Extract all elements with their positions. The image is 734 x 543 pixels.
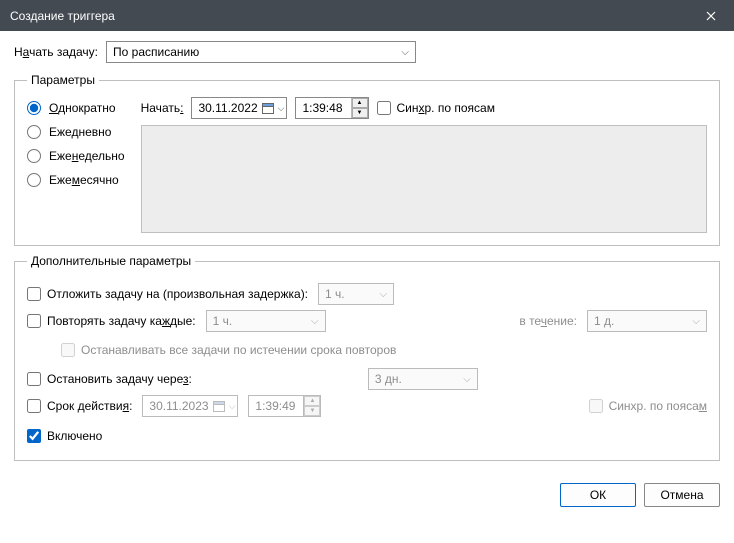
stop-after-combo: 3 дн. ⌵ (368, 368, 478, 390)
delay-value: 1 ч. (325, 287, 345, 301)
radio-monthly-label: Ежемесячно (49, 173, 119, 187)
radio-weekly[interactable]: Еженедельно (27, 149, 125, 163)
stop-after-input[interactable] (27, 372, 41, 386)
spinner-down-button: ▼ (304, 406, 320, 416)
delay-combo: 1 ч. ⌵ (318, 283, 394, 305)
expire-sync-checkbox: Синхр. по поясам (589, 399, 707, 413)
parameters-legend: Параметры (27, 73, 99, 87)
parameters-group: Параметры Однократно Ежедневно Еженедель… (14, 73, 720, 246)
ok-button[interactable]: ОК (560, 483, 636, 507)
repeat-interval-value: 1 ч. (213, 314, 233, 328)
sync-timezone-checkbox[interactable]: Синхр. по поясам (377, 101, 495, 115)
cancel-button[interactable]: Отмена (644, 483, 720, 507)
delay-checkbox[interactable]: Отложить задачу на (произвольная задержк… (27, 287, 308, 301)
repeat-checkbox[interactable]: Повторять задачу каждые: (27, 314, 196, 328)
stop-after-label: Остановить задачу через: (47, 372, 192, 386)
radio-once-label: Однократно (49, 101, 116, 115)
radio-daily-label: Ежедневно (49, 125, 111, 139)
start-date-field[interactable]: 30.11.2022 ⌵ (191, 97, 287, 119)
delay-label: Отложить задачу на (произвольная задержк… (47, 287, 308, 301)
window-title: Создание триггера (10, 9, 688, 23)
stop-all-label: Останавливать все задачи по истечении ср… (81, 343, 396, 357)
chevron-down-icon: ⌵ (463, 374, 471, 385)
chevron-down-icon: ⌵ (278, 103, 285, 114)
start-time-field[interactable]: 1:39:48 ▲ ▼ (295, 97, 368, 119)
start-time-value: 1:39:48 (296, 101, 350, 115)
spinner-up-button: ▲ (304, 396, 320, 406)
time-spinner: ▲ ▼ (351, 98, 368, 118)
radio-monthly-input[interactable] (27, 173, 41, 187)
schedule-radio-group: Однократно Ежедневно Еженедельно Ежемеся… (27, 97, 125, 187)
expire-sync-input (589, 399, 603, 413)
advanced-legend: Дополнительные параметры (27, 254, 195, 268)
expire-sync-label: Синхр. по поясам (609, 399, 707, 413)
expire-checkbox[interactable]: Срок действия: (27, 399, 132, 413)
begin-task-value: По расписанию (113, 45, 199, 59)
enabled-checkbox[interactable]: Включено (27, 429, 102, 443)
close-button[interactable] (688, 0, 734, 31)
dialog-footer: ОК Отмена (0, 473, 734, 517)
repeat-interval-combo: 1 ч. ⌵ (206, 310, 326, 332)
radio-daily[interactable]: Ежедневно (27, 125, 125, 139)
schedule-details-pane (141, 125, 707, 233)
spinner-down-button[interactable]: ▼ (352, 108, 368, 118)
repeat-for-label: в течение: (519, 314, 577, 328)
enabled-input[interactable] (27, 429, 41, 443)
expire-time-field: 1:39:49 ▲ ▼ (248, 395, 321, 417)
sync-timezone-label: Синхр. по поясам (397, 101, 495, 115)
calendar-icon (213, 400, 225, 412)
repeat-label: Повторять задачу каждые: (47, 314, 196, 328)
enabled-label: Включено (47, 429, 102, 443)
repeat-input[interactable] (27, 314, 41, 328)
sync-timezone-input[interactable] (377, 101, 391, 115)
start-date-value: 30.11.2022 (198, 101, 257, 115)
radio-weekly-label: Еженедельно (49, 149, 125, 163)
stop-after-value: 3 дн. (375, 372, 402, 386)
radio-once-input[interactable] (27, 101, 41, 115)
repeat-for-value: 1 д. (594, 314, 614, 328)
delay-input[interactable] (27, 287, 41, 301)
chevron-down-icon: ⌵ (229, 401, 236, 412)
advanced-group: Дополнительные параметры Отложить задачу… (14, 254, 720, 461)
stop-all-input (61, 343, 75, 357)
expire-time-value: 1:39:49 (249, 399, 303, 413)
radio-daily-input[interactable] (27, 125, 41, 139)
titlebar: Создание триггера (0, 0, 734, 31)
stop-all-checkbox: Останавливать все задачи по истечении ср… (61, 343, 396, 357)
repeat-for-combo: 1 д. ⌵ (587, 310, 707, 332)
calendar-icon (262, 102, 274, 114)
time-spinner: ▲ ▼ (303, 396, 320, 416)
start-label: Начать: (141, 101, 184, 115)
expire-label: Срок действия: (47, 399, 132, 413)
close-icon (706, 11, 716, 21)
begin-task-label: Начать задачу: (14, 45, 98, 59)
expire-input[interactable] (27, 399, 41, 413)
spinner-up-button[interactable]: ▲ (352, 98, 368, 108)
radio-once[interactable]: Однократно (27, 101, 125, 115)
chevron-down-icon: ⌵ (692, 316, 700, 327)
stop-after-checkbox[interactable]: Остановить задачу через: (27, 372, 192, 386)
chevron-down-icon: ⌵ (401, 47, 409, 58)
chevron-down-icon: ⌵ (379, 289, 387, 300)
chevron-down-icon: ⌵ (311, 316, 319, 327)
expire-date-value: 30.11.2023 (149, 399, 208, 413)
radio-monthly[interactable]: Ежемесячно (27, 173, 125, 187)
begin-task-combo[interactable]: По расписанию ⌵ (106, 41, 416, 63)
radio-weekly-input[interactable] (27, 149, 41, 163)
expire-date-field: 30.11.2023 ⌵ (142, 395, 238, 417)
